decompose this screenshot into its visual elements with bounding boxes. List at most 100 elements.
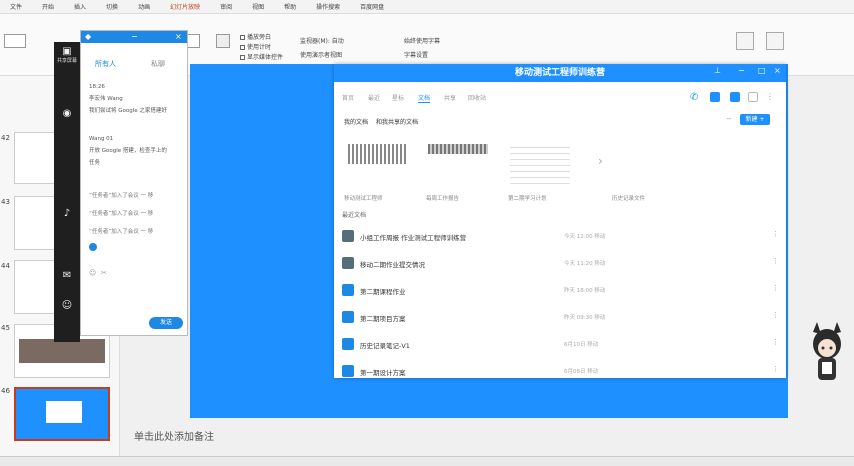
maximize-window-icon[interactable]: □	[758, 66, 766, 75]
attach-icon[interactable]: ✂	[101, 269, 107, 277]
docs-window: 移动测试工程师训练营 ⊥ − □ × 首页 最近 星标 文档 共享 回收站 ✆ …	[334, 64, 786, 378]
media-controls-label: 显示媒体控件	[247, 54, 284, 61]
play-narration-checkbox[interactable]: 播放旁白	[240, 32, 271, 41]
file-row[interactable]: 移动二期作业提交情况 今天 11:20 移动 ⋮	[334, 251, 786, 277]
file-meta: 今天 12:00 移动	[564, 234, 606, 240]
nav-starred[interactable]: 星标	[392, 93, 404, 102]
presenter-view-checkbox[interactable]: 使用演示者视图	[300, 50, 342, 59]
chat-message: 任务	[89, 160, 101, 166]
phone-icon[interactable]: ✆	[690, 92, 700, 103]
menu-item[interactable]: 插入	[64, 2, 96, 11]
row-more-icon[interactable]: ⋮	[772, 257, 779, 265]
sheet-file-icon	[342, 230, 354, 242]
file-name: 第一期设计方案	[360, 369, 406, 377]
new-doc-button[interactable]: 新建 +	[740, 114, 770, 125]
menu-item[interactable]: 视图	[242, 2, 274, 11]
menu-item[interactable]: 审阅	[210, 2, 242, 11]
my-docs-tab[interactable]: 我的文档	[344, 117, 368, 126]
from-beginning-button[interactable]	[4, 34, 26, 48]
file-name: 第二期课程作业	[360, 288, 406, 296]
thumb-number-45: 45	[1, 324, 10, 332]
template-card[interactable]: 历史记录文件	[610, 136, 690, 202]
ribbon-icon-b[interactable]	[766, 32, 784, 50]
chat-icon: ✉	[62, 270, 72, 281]
record-button[interactable]	[216, 34, 230, 48]
menu-item[interactable]: 百度网盘	[350, 2, 394, 11]
next-arrow-icon[interactable]: ›	[598, 154, 603, 168]
use-timing-checkbox[interactable]: 使用计时	[240, 42, 271, 51]
monitor-select[interactable]: 监视器(M): 自动	[300, 36, 344, 45]
sheet-file-icon	[342, 257, 354, 269]
minimize-window-icon[interactable]: −	[738, 66, 745, 75]
subtitle-settings-button[interactable]: 字幕设置	[404, 50, 428, 59]
share-screen-label: 共享屏幕	[56, 58, 77, 64]
nav-docs[interactable]: 文档	[418, 93, 431, 103]
emoji-icon[interactable]: ☺	[89, 269, 96, 277]
nav-trash[interactable]: 回收站	[468, 93, 486, 102]
menu-item[interactable]: 帮助	[274, 2, 306, 11]
template-card[interactable]: 每周工作报告	[424, 136, 504, 202]
tab-private[interactable]: 私聊	[151, 59, 165, 69]
close-window-icon[interactable]: ×	[774, 66, 781, 75]
file-meta: 6月08日 移动	[564, 369, 599, 375]
file-row[interactable]: 第二期课程作业 昨天 18:00 移动 ⋮	[334, 278, 786, 304]
nav-recent[interactable]: 最近	[368, 93, 380, 102]
menu-item[interactable]: 开始	[32, 2, 64, 11]
pin-window-icon[interactable]: ⊥	[714, 66, 721, 75]
more-icon[interactable]: ⋮	[766, 92, 776, 102]
chat-header: ◆ − ×	[81, 31, 187, 43]
shared-docs-tab[interactable]: 和我共享的文档	[376, 117, 418, 126]
chat-message: 18:26	[89, 84, 105, 90]
file-row[interactable]: 第一期设计方案 6月08日 移动 ⋮	[334, 359, 786, 385]
always-subtitles-checkbox[interactable]: 始终使用字幕	[404, 36, 440, 45]
file-name: 小组工作周报 作业测试工程师训练营	[360, 234, 467, 242]
doc-file-icon	[342, 365, 354, 377]
docs-app-icon[interactable]	[730, 92, 740, 102]
ribbon-icon-a[interactable]	[736, 32, 754, 50]
pin-icon[interactable]: ◆	[85, 32, 91, 41]
record-toolbar-button[interactable]: ◉	[56, 108, 78, 119]
template-card-caption: 第二期学习计划	[508, 196, 547, 202]
row-more-icon[interactable]: ⋮	[772, 284, 779, 292]
settings-icon[interactable]	[748, 92, 758, 102]
file-meta: 昨天 09:30 移动	[564, 315, 606, 321]
members-button[interactable]: ☺	[56, 300, 78, 311]
media-controls-checkbox[interactable]: 显示媒体控件	[240, 52, 283, 61]
row-more-icon[interactable]: ⋮	[772, 230, 779, 238]
slide-thumb-46-selected[interactable]	[14, 387, 110, 441]
message-icon[interactable]	[710, 92, 720, 102]
send-button[interactable]: 发送	[149, 317, 183, 329]
nav-home[interactable]: 首页	[342, 93, 354, 102]
file-row[interactable]: 第二期项目方案 昨天 09:30 移动 ⋮	[334, 305, 786, 331]
template-card[interactable]: 第二期学习计划	[506, 136, 586, 202]
share-screen-button[interactable]: ▣ 共享屏幕	[56, 46, 78, 64]
user-avatar	[89, 243, 97, 251]
row-more-icon[interactable]: ⋮	[772, 365, 779, 373]
file-row[interactable]: 历史记录笔记-V1 6月10日 移动 ⋮	[334, 332, 786, 358]
menu-item[interactable]: 操作搜索	[306, 2, 350, 11]
mic-button[interactable]: ♪	[56, 208, 78, 219]
menu-item[interactable]: 动画	[128, 2, 160, 11]
nav-shared[interactable]: 共享	[444, 93, 456, 102]
close-icon[interactable]: ×	[175, 32, 182, 41]
minimize-icon[interactable]: −	[131, 32, 138, 41]
menu-item[interactable]: 文件	[0, 2, 32, 11]
chat-message: 李宏伟 Wang	[89, 96, 123, 102]
file-name: 第二期项目方案	[360, 315, 406, 323]
more-options-icon[interactable]: −	[726, 115, 732, 123]
chat-toolbar-button[interactable]: ✉	[56, 270, 78, 281]
template-card[interactable]: 移动测试工程师	[342, 136, 422, 202]
doc-file-icon	[342, 338, 354, 350]
file-row[interactable]: 小组工作周报 作业测试工程师训练营 今天 12:00 移动 ⋮	[334, 224, 786, 250]
anime-mascot-image	[813, 322, 841, 380]
monitor-icon: ▣	[62, 46, 72, 57]
row-more-icon[interactable]: ⋮	[772, 311, 779, 319]
menu-item[interactable]: 幻灯片放映	[160, 2, 210, 11]
row-more-icon[interactable]: ⋮	[772, 338, 779, 346]
rehearse-button[interactable]	[186, 34, 200, 48]
template-card-caption: 历史记录文件	[612, 196, 646, 202]
tab-all[interactable]: 所有人	[95, 59, 116, 69]
docs-subnav: 我的文档 和我共享的文档	[334, 114, 786, 128]
notes-placeholder[interactable]: 单击此处添加备注	[134, 428, 214, 443]
menu-item[interactable]: 切换	[96, 2, 128, 11]
